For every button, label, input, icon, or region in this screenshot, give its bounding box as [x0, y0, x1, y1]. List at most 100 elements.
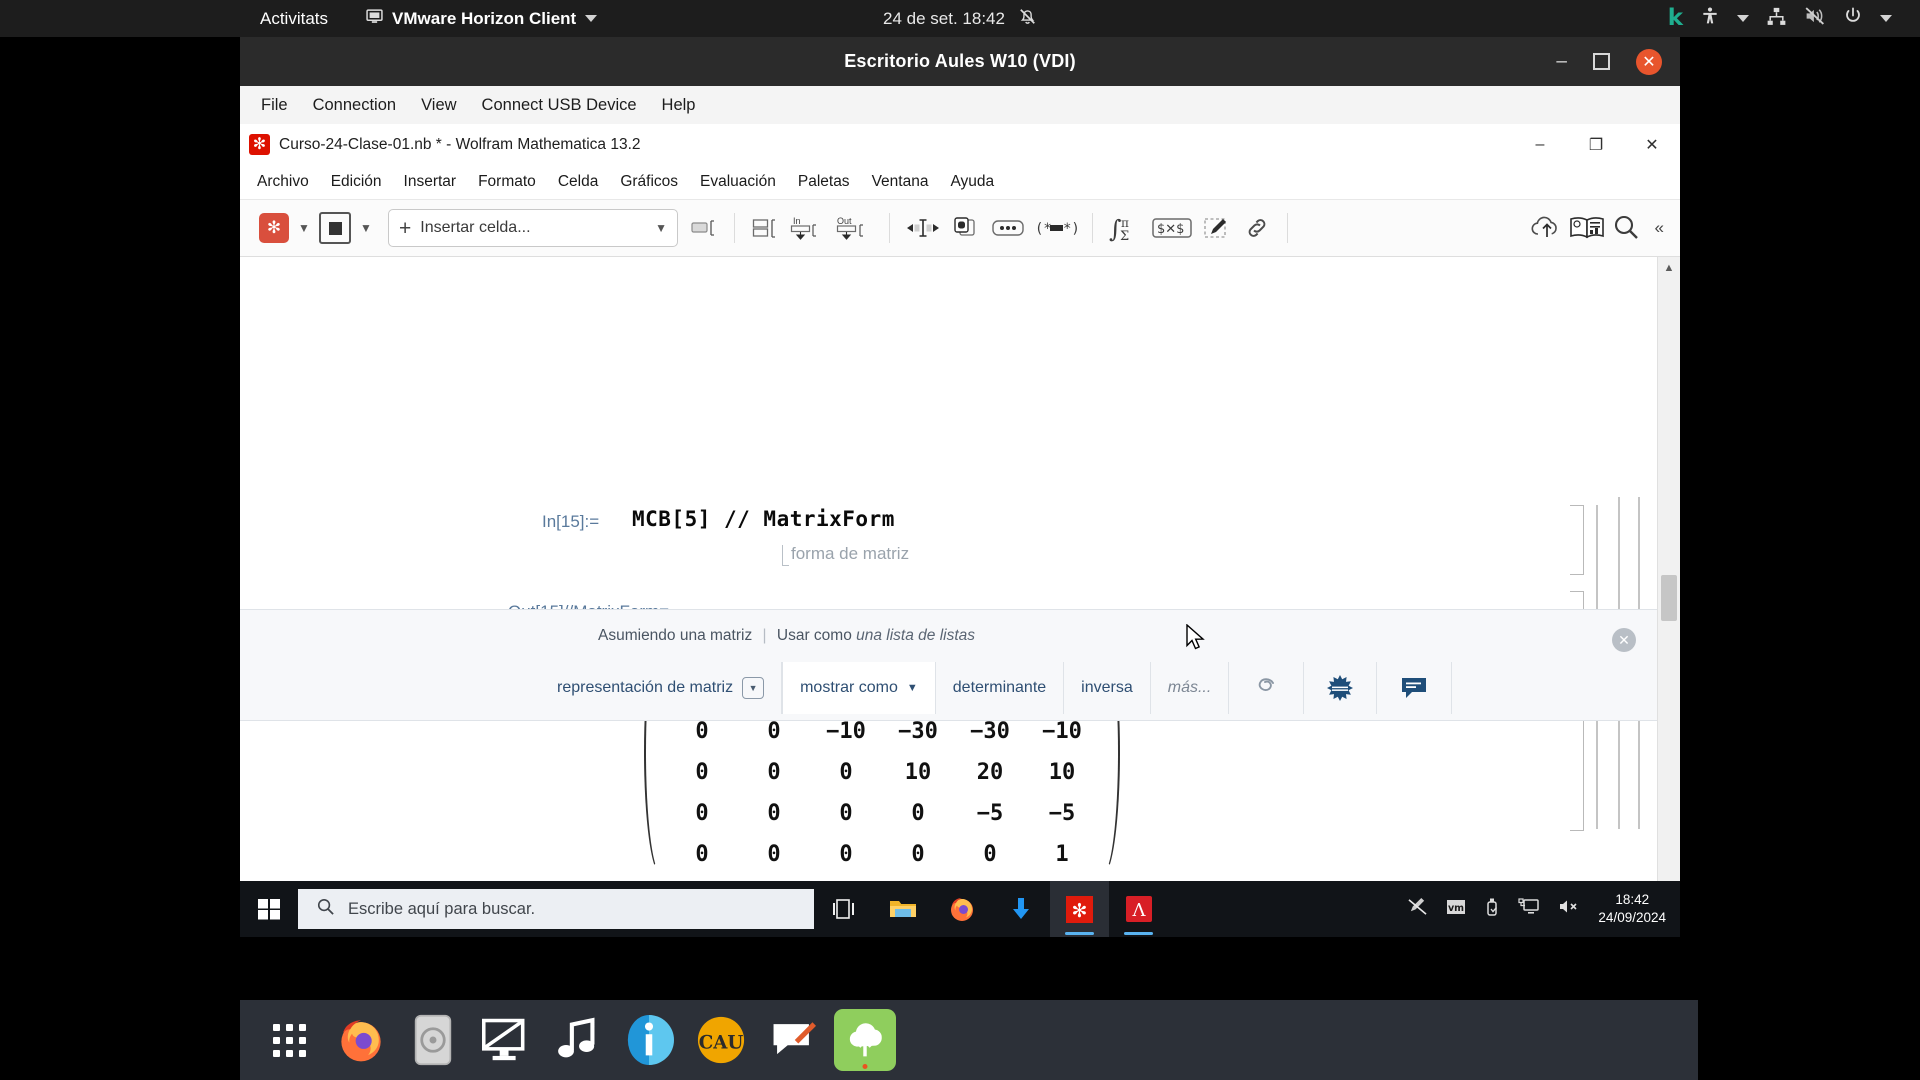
vmware-close-button[interactable]: ✕ — [1636, 48, 1662, 75]
mathematica-close-button[interactable]: ✕ — [1624, 124, 1680, 165]
collapse-toolbar-icon[interactable]: « — [1647, 218, 1672, 238]
comment-icon[interactable]: (* *) — [1033, 211, 1079, 245]
mathematica-minimize-button[interactable]: – — [1512, 124, 1568, 165]
suggestion-inverse[interactable]: inversa — [1064, 662, 1151, 714]
windows-clock[interactable]: 18:42 24/09/2024 — [1598, 891, 1666, 927]
menu-evaluacion[interactable]: Evaluación — [689, 169, 787, 195]
power-icon[interactable] — [1843, 6, 1863, 31]
run-options-chevron-down-icon[interactable]: ▼ — [295, 211, 313, 245]
running-indicator — [862, 1064, 868, 1069]
in-code[interactable]: MCB[5] // MatrixForm — [632, 507, 895, 531]
menu-archivo[interactable]: Archivo — [246, 169, 320, 195]
search-icon — [316, 897, 335, 921]
dock-feedback-icon[interactable] — [762, 1009, 824, 1071]
documentation-icon[interactable] — [1567, 211, 1607, 245]
svg-text:In: In — [793, 216, 801, 226]
split-cell-icon[interactable] — [748, 211, 782, 245]
volume-muted-icon[interactable] — [1804, 6, 1826, 31]
vmware-maximize-button[interactable] — [1593, 53, 1610, 70]
suggestion-more[interactable]: más... — [1151, 662, 1230, 714]
windows-search-box[interactable]: Escribe aquí para buscar. — [298, 889, 814, 929]
system-menu-chevron-down-icon[interactable] — [1880, 15, 1892, 22]
cell-bracket-input[interactable] — [1570, 505, 1584, 575]
in-cell-icon[interactable]: In — [788, 211, 828, 245]
window-menu-button[interactable]: VMware Horizon Client — [366, 8, 598, 30]
show-applications-icon[interactable] — [258, 1009, 320, 1071]
k-logo-icon[interactable]: k — [1668, 7, 1683, 30]
vmware-menu-file[interactable]: File — [250, 91, 299, 120]
text-cursor-icon[interactable] — [903, 211, 943, 245]
scrollbar-thumb[interactable] — [1661, 575, 1677, 621]
vmware-minimize-button[interactable]: – — [1556, 52, 1567, 71]
search-icon[interactable] — [1607, 211, 1647, 245]
notebook-area[interactable]: In[15]:= MCB[5] // MatrixForm forma de m… — [240, 257, 1680, 923]
vmware-menu-connection[interactable]: Connection — [302, 91, 407, 120]
suggestion-close-button[interactable]: ✕ — [1612, 628, 1636, 652]
dock-cau-icon[interactable]: CAU — [690, 1009, 752, 1071]
integral-sum-icon[interactable]: ∫ π Σ — [1106, 211, 1144, 245]
suggestion-determinant[interactable]: determinante — [936, 662, 1065, 714]
menu-insertar[interactable]: Insertar — [393, 169, 468, 195]
vmware-menu-connect-usb[interactable]: Connect USB Device — [471, 91, 648, 120]
download-icon[interactable] — [991, 881, 1050, 937]
run-evaluate-icon[interactable]: ✻ — [259, 213, 289, 243]
duplicate-icon[interactable] — [949, 211, 983, 245]
accessibility-chevron-down-icon[interactable] — [1737, 15, 1749, 22]
mathematica-maximize-button[interactable]: ❐ — [1568, 124, 1624, 165]
accessibility-icon[interactable] — [1700, 6, 1720, 31]
free-form-input-icon[interactable]: $✕$ — [1150, 211, 1194, 245]
firefox-icon[interactable] — [932, 881, 991, 937]
svg-text:$✕$: $✕$ — [1157, 222, 1184, 237]
activities-button[interactable]: Activitats — [260, 9, 328, 29]
menu-celda[interactable]: Celda — [547, 169, 610, 195]
feedback-bubble-icon[interactable] — [1377, 662, 1453, 714]
stop-icon[interactable] — [319, 212, 351, 244]
menu-edicion[interactable]: Edición — [320, 169, 393, 195]
hyperlink-icon[interactable] — [1240, 211, 1274, 245]
network-icon[interactable] — [1766, 6, 1787, 32]
menu-formato[interactable]: Formato — [467, 169, 547, 195]
dock-music-icon[interactable] — [546, 1009, 608, 1071]
vmware-tools-icon[interactable]: vm — [1446, 898, 1466, 921]
file-explorer-icon[interactable] — [873, 881, 932, 937]
task-view-icon[interactable] — [814, 881, 873, 937]
desktop-background-right — [1680, 37, 1920, 1080]
suggestion-show-as[interactable]: mostrar como ▼ — [782, 662, 936, 714]
cell-insert-icon[interactable] — [687, 211, 721, 245]
volume-muted-icon[interactable] — [1558, 897, 1580, 921]
usb-icon[interactable] — [1484, 897, 1500, 922]
dock-remote-desktop-icon[interactable] — [474, 1009, 536, 1071]
chevron-down-icon[interactable]: ▼ — [742, 677, 765, 699]
out-cell-icon[interactable]: Out — [834, 211, 876, 245]
scroll-up-icon[interactable]: ▲ — [1658, 257, 1680, 279]
spiral-icon[interactable] — [1229, 662, 1305, 714]
vmware-menu-view[interactable]: View — [410, 91, 467, 120]
use-as-link[interactable]: una lista de listas — [856, 627, 975, 644]
insert-cell-label: Insertar celda... — [420, 219, 531, 236]
vmware-menu-help[interactable]: Help — [651, 91, 707, 120]
pen-disabled-icon[interactable] — [1407, 897, 1428, 921]
handwriting-icon[interactable] — [1200, 211, 1234, 245]
suggestion-label: mostrar como — [800, 679, 898, 696]
dock-info-icon[interactable] — [618, 1009, 680, 1071]
menu-ventana[interactable]: Ventana — [861, 169, 940, 195]
acrobat-icon[interactable]: Λ — [1109, 881, 1168, 937]
menu-ayuda[interactable]: Ayuda — [939, 169, 1005, 195]
cloud-upload-icon[interactable] — [1527, 211, 1567, 245]
dock-firefox-icon[interactable] — [330, 1009, 392, 1071]
more-options-icon[interactable] — [989, 211, 1027, 245]
notebook-vertical-scrollbar[interactable]: ▲ ▼ — [1657, 257, 1680, 923]
gnome-clock-area[interactable]: 24 de set. 18:42 — [883, 7, 1037, 31]
network-display-icon[interactable] — [1518, 897, 1540, 921]
stop-options-chevron-down-icon[interactable]: ▼ — [357, 211, 375, 245]
insert-cell-dropdown[interactable]: + Insertar celda... ▼ — [388, 209, 678, 247]
suggestion-matrix-representation[interactable]: representación de matriz ▼ — [540, 662, 783, 714]
menu-paletas[interactable]: Paletas — [787, 169, 861, 195]
menu-graficos[interactable]: Gráficos — [609, 169, 689, 195]
dock-disk-icon[interactable] — [402, 1009, 464, 1071]
dock-cloud-sync-icon[interactable] — [834, 1009, 896, 1071]
windows-start-icon[interactable] — [240, 881, 298, 937]
mathematica-taskbar-icon[interactable]: ✻ — [1050, 881, 1109, 937]
wolfram-spikey-icon[interactable] — [1304, 662, 1378, 714]
matrix-cell-4-3: 0 — [911, 801, 925, 826]
